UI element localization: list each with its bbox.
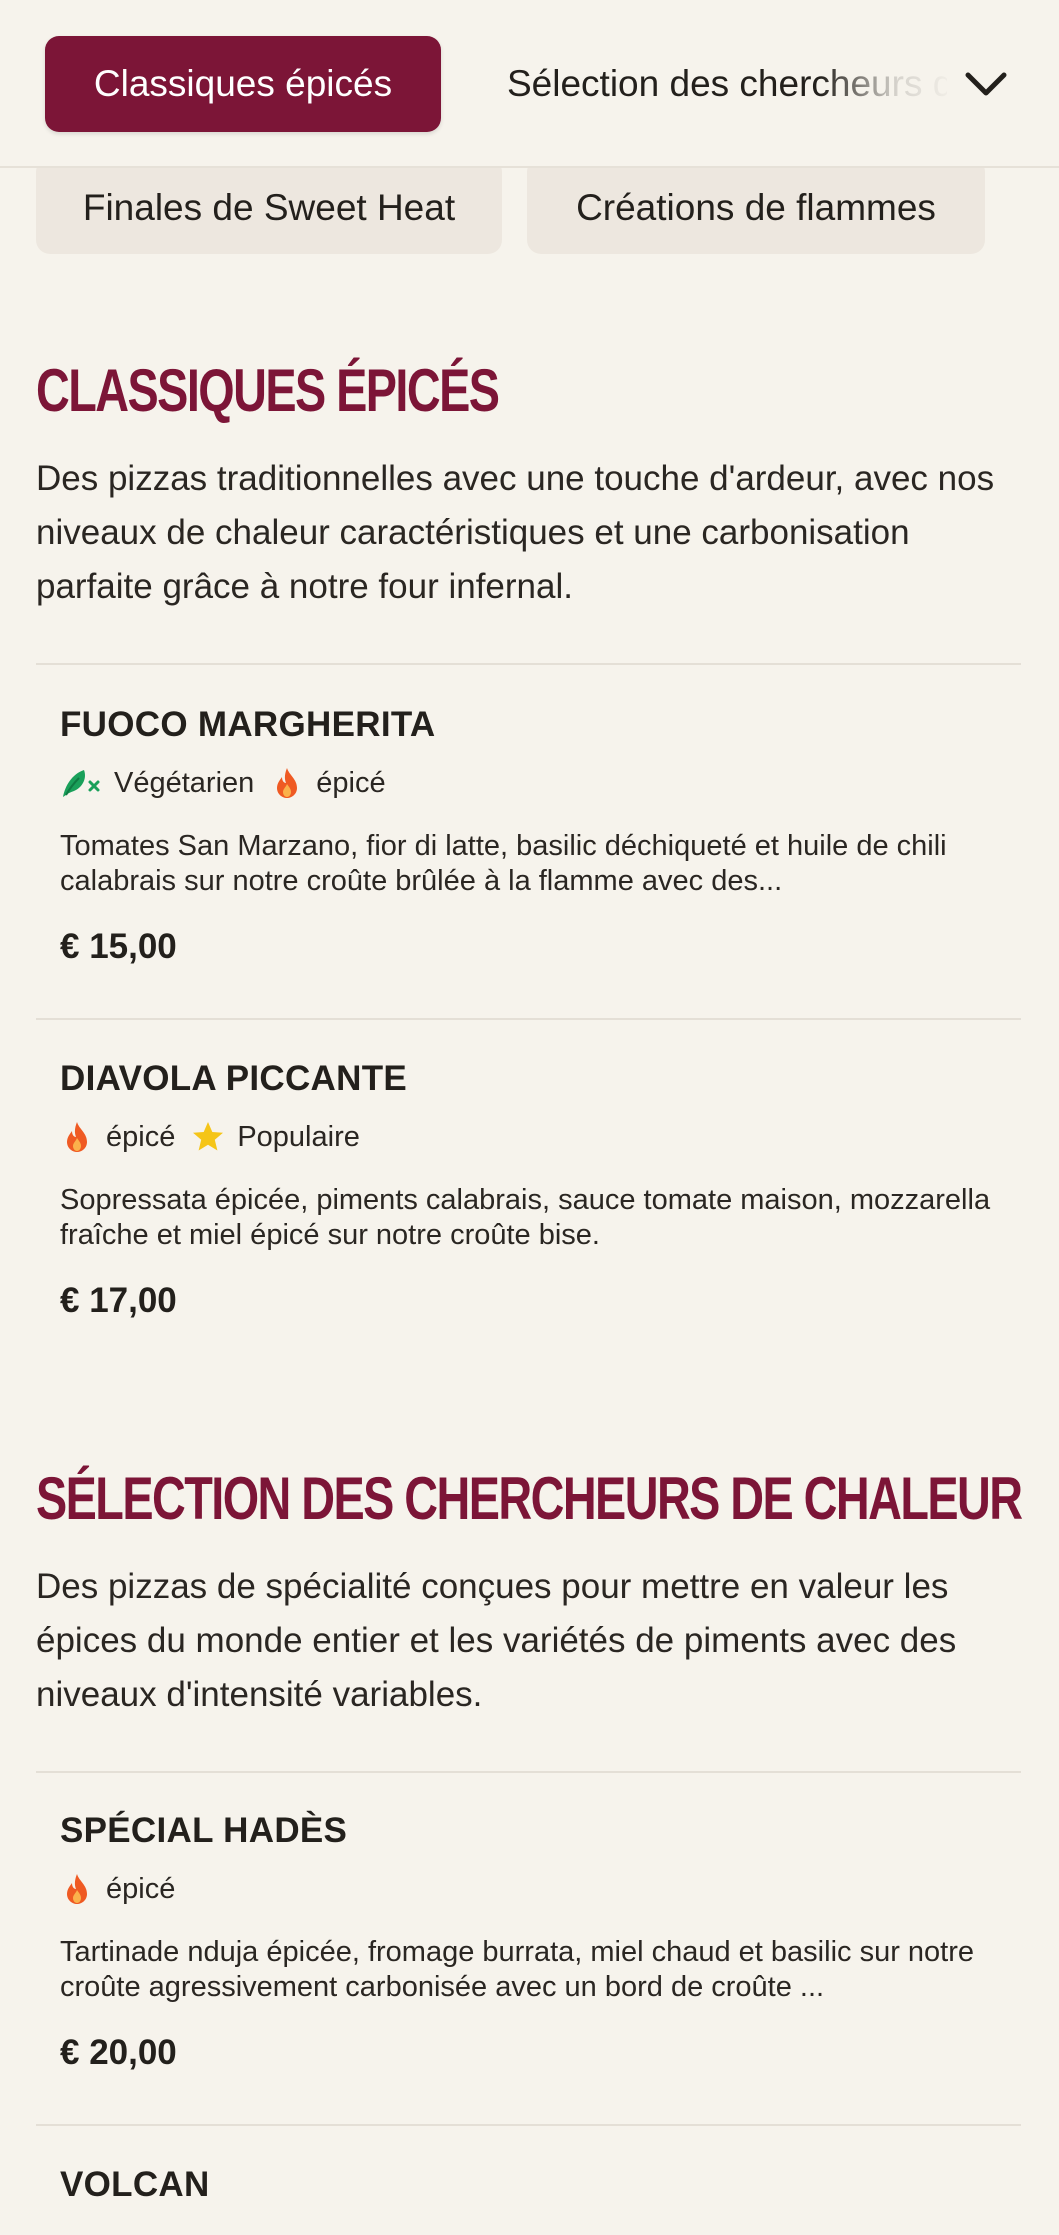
item-price: € 17,00 — [60, 1281, 177, 1320]
tag-spicy: épicé — [270, 766, 386, 800]
scroll-fade — [820, 30, 960, 140]
flame-icon — [270, 766, 304, 800]
category-tab-classiques-epices[interactable]: Classiques épicés — [45, 36, 441, 132]
item-price: € 20,00 — [60, 2033, 177, 2072]
menu-item-special-hades[interactable]: SPÉCIAL HADÈS épicé Tartinade nduja épic… — [60, 1809, 1010, 2075]
item-name: SPÉCIAL HADÈS — [60, 1811, 348, 1850]
section-title-classiques-epices: Classiques épicés — [36, 357, 500, 424]
flame-icon — [60, 1872, 94, 1906]
category-tab-creations-flammes[interactable]: Créations de flammes — [527, 158, 985, 254]
tag-vegetarian: Végétarien — [60, 766, 254, 800]
item-name: VOLCAN — [60, 2165, 210, 2204]
chevron-down-icon[interactable] — [960, 58, 1012, 110]
category-nav-row-2: Finales de Sweet Heat Créations de flamm… — [0, 158, 1059, 258]
item-name: DIAVOLA PICCANTE — [60, 1059, 408, 1098]
menu-item-diavola-piccante[interactable]: DIAVOLA PICCANTE épicé Populaire Sopress… — [60, 1057, 1010, 1323]
item-description: Sopressata épicée, piments calabrais, sa… — [60, 1184, 991, 1251]
tag-label: épicé — [106, 1120, 176, 1153]
tag-label: Populaire — [237, 1120, 360, 1153]
tag-label: Végétarien — [114, 766, 255, 799]
item-description: Tomates San Marzano, fior di latte, basi… — [60, 830, 947, 897]
divider — [36, 1018, 1021, 1020]
menu-page: Classiques épicés Sélection des chercheu… — [0, 0, 1059, 2235]
divider — [36, 1771, 1021, 1773]
item-description: Tartinade nduja épicée, fromage burrata,… — [60, 1936, 975, 2003]
item-name: FUOCO MARGHERITA — [60, 705, 436, 744]
category-tab-finales-sweet-heat[interactable]: Finales de Sweet Heat — [36, 158, 502, 254]
flame-icon — [60, 1120, 94, 1154]
category-nav: Classiques épicés Sélection des chercheu… — [0, 0, 1059, 168]
tag-label: épicé — [106, 1872, 176, 1905]
tag-label: épicé — [316, 766, 386, 799]
tag-spicy: épicé — [60, 1120, 175, 1154]
vegetarian-leaf-icon — [60, 766, 102, 800]
star-icon — [191, 1120, 225, 1154]
menu-item-volcan[interactable]: VOLCAN — [60, 2163, 1010, 2207]
divider — [36, 2124, 1021, 2126]
menu-item-fuoco-margherita[interactable]: FUOCO MARGHERITA Végétarien épicé Tomate… — [60, 703, 1010, 969]
item-tags: Végétarien épicé — [60, 763, 1010, 803]
tag-spicy: épicé — [60, 1872, 175, 1906]
section-description: Des pizzas de spécialité conçues pour me… — [36, 1567, 957, 1714]
item-tags: épicé — [60, 1869, 1010, 1909]
item-price: € 15,00 — [60, 927, 177, 966]
section-title-selection-chercheurs: Sélection des chercheurs de chaleur — [36, 1465, 1023, 1532]
item-tags: épicé Populaire — [60, 1117, 1010, 1157]
divider — [36, 663, 1021, 665]
tag-popular: Populaire — [191, 1120, 360, 1154]
section-description: Des pizzas traditionnelles avec une touc… — [36, 459, 995, 606]
